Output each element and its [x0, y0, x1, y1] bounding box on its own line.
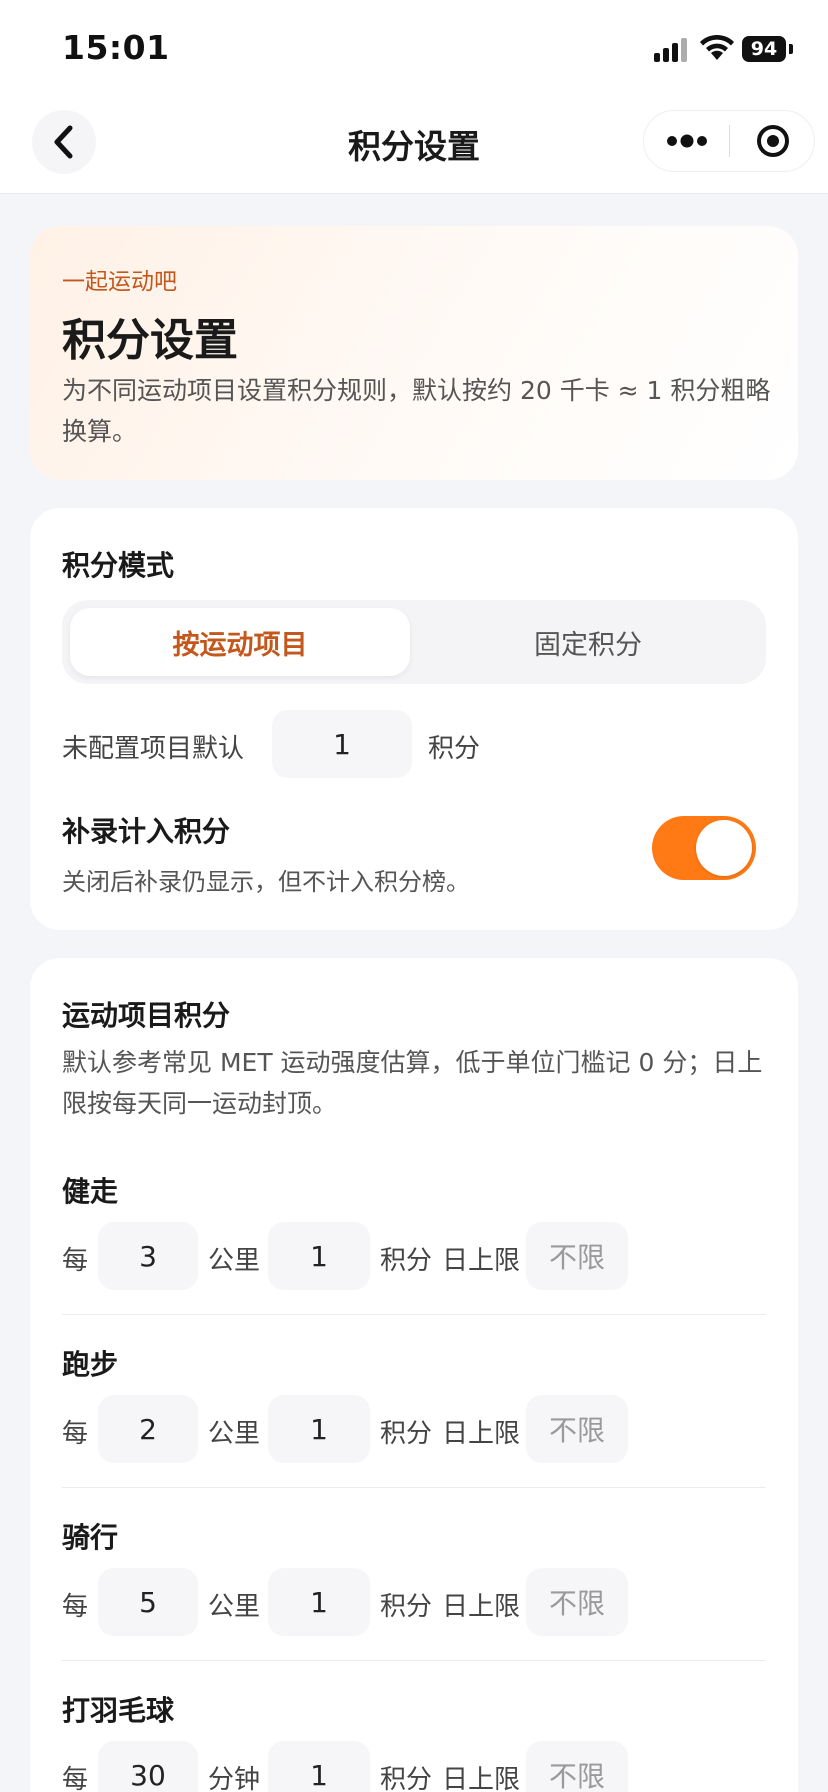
hero-card: 一起运动吧 积分设置 为不同运动项目设置积分规则，默认按约 20 千卡 ≈ 1 … — [30, 226, 798, 480]
sport-name: 打羽毛球 — [62, 1694, 175, 1727]
per-label: 每 — [62, 1592, 89, 1622]
target-circle-icon — [757, 125, 789, 157]
more-button[interactable] — [644, 111, 730, 171]
sport-points-input[interactable]: 1 — [268, 1222, 370, 1290]
status-time: 15:01 — [62, 28, 170, 67]
sport-points-input[interactable]: 1 — [268, 1568, 370, 1636]
miniprogram-capsule — [643, 110, 815, 172]
sport-name: 骑行 — [62, 1521, 119, 1554]
default-points-label: 未配置项目默认 — [62, 734, 245, 764]
toggle-knob — [696, 820, 752, 876]
sport-points-desc: 默认参考常见 MET 运动强度估算，低于单位门槛记 0 分；日上限按每天同一运动… — [62, 1048, 763, 1118]
hero-title: 积分设置 — [62, 315, 238, 366]
sport-amount-input[interactable]: 30 — [98, 1741, 198, 1792]
makeup-points-desc: 关闭后补录仍显示，但不计入积分榜。 — [62, 868, 470, 896]
points-label: 积分 — [380, 1419, 433, 1449]
points-label: 积分 — [380, 1246, 433, 1276]
hero-kicker: 一起运动吧 — [62, 269, 177, 295]
daily-cap-label: 日上限 — [442, 1246, 521, 1276]
sport-name: 健走 — [62, 1175, 119, 1208]
points-label: 积分 — [380, 1592, 433, 1622]
points-mode-card: 积分模式 按运动项目 固定积分 未配置项目默认 1 积分 补录计入积分 关闭后补… — [30, 508, 798, 930]
daily-cap-input[interactable]: 不限 — [526, 1741, 628, 1792]
sport-points-title: 运动项目积分 — [62, 999, 231, 1032]
daily-cap-input[interactable]: 不限 — [526, 1222, 628, 1290]
mode-option-by-sport[interactable]: 按运动项目 — [70, 608, 410, 676]
daily-cap-input[interactable]: 不限 — [526, 1568, 628, 1636]
default-points-unit: 积分 — [428, 734, 481, 764]
mode-segmented-control: 按运动项目 固定积分 — [62, 600, 766, 684]
sport-unit: 公里 — [208, 1246, 261, 1276]
sport-amount-input[interactable]: 3 — [98, 1222, 198, 1290]
sport-name: 跑步 — [62, 1348, 119, 1381]
daily-cap-label: 日上限 — [442, 1765, 521, 1792]
sport-unit: 公里 — [208, 1419, 261, 1449]
more-dots-icon — [667, 134, 707, 148]
per-label: 每 — [62, 1246, 89, 1276]
daily-cap-input[interactable]: 不限 — [526, 1395, 628, 1463]
nav-bar: 积分设置 — [0, 96, 828, 194]
points-label: 积分 — [380, 1765, 433, 1792]
wifi-icon — [700, 34, 734, 60]
points-mode-title: 积分模式 — [62, 549, 175, 582]
per-label: 每 — [62, 1765, 89, 1792]
sport-points-input[interactable]: 1 — [268, 1741, 370, 1792]
daily-cap-label: 日上限 — [442, 1592, 521, 1622]
battery-icon: 94 — [742, 36, 786, 62]
cellular-signal-icon — [654, 38, 688, 62]
sport-points-card: 运动项目积分 默认参考常见 MET 运动强度估算，低于单位门槛记 0 分；日上限… — [30, 958, 798, 1792]
battery-tip — [789, 44, 793, 54]
sport-amount-input[interactable]: 2 — [98, 1395, 198, 1463]
sport-points-input[interactable]: 1 — [268, 1395, 370, 1463]
row-divider — [62, 1314, 766, 1315]
status-bar: 15:01 94 — [0, 0, 828, 96]
daily-cap-label: 日上限 — [442, 1419, 521, 1449]
sport-unit: 公里 — [208, 1592, 261, 1622]
sport-amount-input[interactable]: 5 — [98, 1568, 198, 1636]
mode-option-fixed[interactable]: 固定积分 — [418, 608, 758, 676]
row-divider — [62, 1487, 766, 1488]
close-miniprogram-button[interactable] — [730, 111, 816, 171]
per-label: 每 — [62, 1419, 89, 1449]
makeup-points-title: 补录计入积分 — [62, 815, 231, 848]
row-divider — [62, 1660, 766, 1661]
default-points-input[interactable]: 1 — [272, 710, 412, 778]
hero-description: 为不同运动项目设置积分规则，默认按约 20 千卡 ≈ 1 积分粗略换算。 — [62, 376, 771, 446]
sport-unit: 分钟 — [208, 1765, 261, 1792]
makeup-points-toggle[interactable] — [652, 816, 756, 880]
